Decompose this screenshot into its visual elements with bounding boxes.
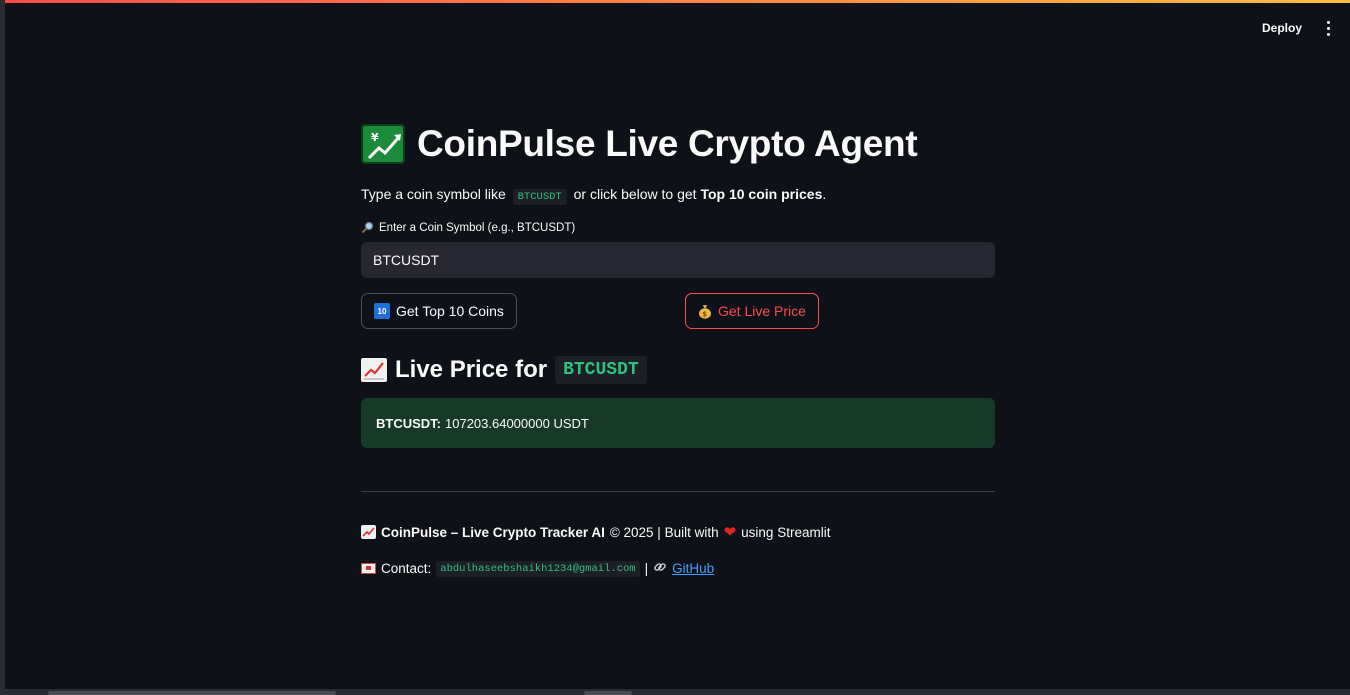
main-content: ¥ CoinPulse Live Crypto Agent Type a coi… xyxy=(361,118,995,577)
intro-prefix: Type a coin symbol like xyxy=(361,186,506,202)
coin-symbol-input[interactable] xyxy=(361,242,995,278)
heart-icon: ❤ xyxy=(723,524,737,541)
svg-text:$: $ xyxy=(702,311,707,319)
footer-divider xyxy=(361,491,995,492)
live-price-heading: Live Price for BTCUSDT xyxy=(361,354,995,386)
get-top-10-button[interactable]: 10 Get Top 10 Coins xyxy=(361,293,517,329)
page-title-row: ¥ CoinPulse Live Crypto Agent xyxy=(361,118,995,170)
link-icon xyxy=(653,560,667,577)
live-price-symbol: BTCUSDT xyxy=(555,356,647,384)
contact-label: Contact: xyxy=(381,561,432,576)
deploy-button[interactable]: Deploy xyxy=(1254,17,1310,39)
search-label-text: Enter a Coin Symbol (e.g., BTCUSDT) xyxy=(379,221,576,234)
magnifying-glass-icon xyxy=(361,221,374,234)
chart-increasing-with-yen-icon: ¥ xyxy=(361,124,405,164)
contact-email: abdulhaseebshaikh1234@gmail.com xyxy=(436,560,640,577)
money-bag-icon: $ xyxy=(698,303,712,319)
app-toolbar: Deploy xyxy=(1254,16,1340,40)
footer-separator: | xyxy=(644,561,649,576)
main-menu-button[interactable] xyxy=(1316,16,1340,40)
window-frame-bottom xyxy=(0,689,1350,695)
intro-suffix: . xyxy=(822,186,827,202)
chart-increasing-icon xyxy=(361,358,387,382)
taskbar-segment xyxy=(584,691,632,695)
price-value: 107203.64000000 USDT xyxy=(445,415,589,431)
intro-bold: Top 10 coin prices xyxy=(700,186,823,202)
top-decoration-bar xyxy=(0,0,1350,3)
price-result-box: BTCUSDT: 107203.64000000 USDT xyxy=(361,398,995,448)
envelope-icon xyxy=(361,563,376,574)
footer-credits: CoinPulse – Live Crypto Tracker AI © 202… xyxy=(361,523,995,541)
page-title: CoinPulse Live Crypto Agent xyxy=(417,123,918,164)
search-label: Enter a Coin Symbol (e.g., BTCUSDT) xyxy=(361,221,995,234)
taskbar-segment xyxy=(48,691,336,695)
intro-middle: or click below to get xyxy=(573,186,697,202)
footer-contact: Contact: abdulhaseebshaikh1234@gmail.com… xyxy=(361,560,995,577)
chart-increasing-icon xyxy=(361,525,376,539)
keycap-10-icon: 10 xyxy=(374,303,390,319)
get-top-10-label: Get Top 10 Coins xyxy=(396,303,504,319)
kebab-dot-icon xyxy=(1326,32,1330,36)
get-live-price-label: Get Live Price xyxy=(718,303,806,319)
intro-text: Type a coin symbol like BTCUSDT or click… xyxy=(361,186,995,205)
footer-brand: CoinPulse – Live Crypto Tracker AI xyxy=(381,524,605,540)
svg-text:¥: ¥ xyxy=(371,131,379,144)
live-price-heading-text: Live Price for xyxy=(395,356,548,383)
intro-code: BTCUSDT xyxy=(512,189,567,205)
github-link[interactable]: GitHub xyxy=(672,561,714,576)
window-frame-left xyxy=(0,0,5,695)
footer-copyright: © 2025 | Built with xyxy=(609,524,719,540)
kebab-dot-icon xyxy=(1326,26,1330,30)
get-live-price-button[interactable]: $ Get Live Price xyxy=(685,293,819,329)
footer-using: using Streamlit xyxy=(741,524,831,540)
kebab-dot-icon xyxy=(1326,20,1330,24)
action-buttons: 10 Get Top 10 Coins $ Get Live Price xyxy=(361,293,995,329)
price-symbol: BTCUSDT: xyxy=(376,415,441,431)
